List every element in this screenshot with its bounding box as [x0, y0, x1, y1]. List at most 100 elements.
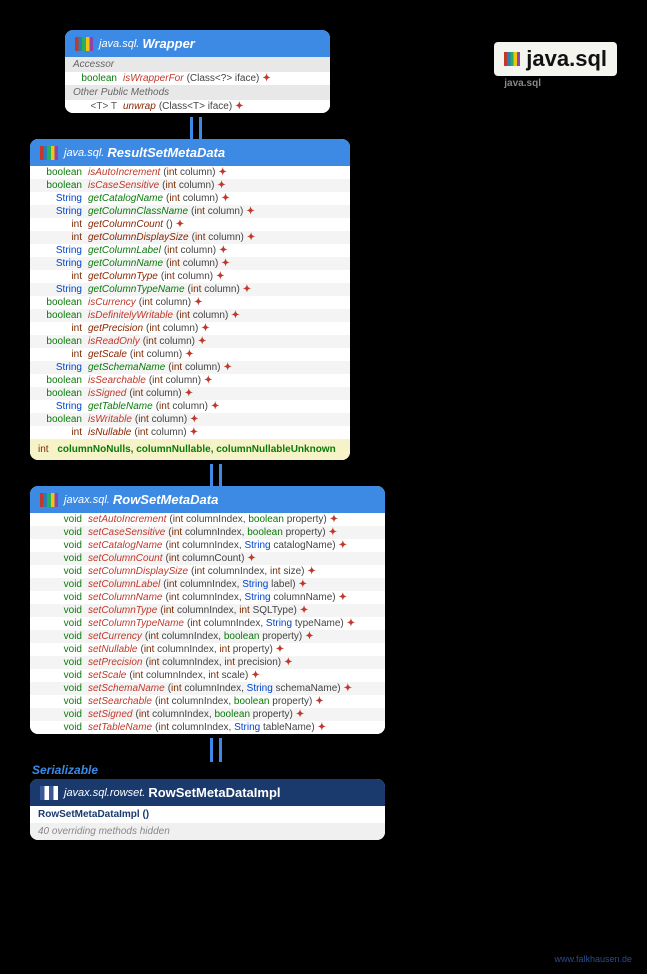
- throws-icon: ✦: [198, 336, 206, 347]
- connector: [210, 464, 222, 488]
- method-row: StringgetColumnLabel(int column)✦: [30, 244, 350, 257]
- method-params: (int columnIndex, int scale): [129, 670, 248, 681]
- throws-icon: ✦: [231, 310, 239, 321]
- method-name: setCurrency: [88, 631, 142, 642]
- interface-rowsetmetadata: javax.sql. RowSetMetaData voidsetAutoInc…: [30, 486, 385, 734]
- method-row: StringgetSchemaName(int column)✦: [30, 361, 350, 374]
- method-row: intgetScale(int column)✦: [30, 348, 350, 361]
- wrapper-header: java.sql. Wrapper: [65, 30, 330, 57]
- throws-icon: ✦: [176, 219, 184, 230]
- return-type: String: [38, 258, 82, 269]
- connector: [210, 738, 222, 762]
- method-name: isWritable: [88, 414, 132, 425]
- method-name: setColumnType: [88, 605, 157, 616]
- method-params: (int column): [192, 232, 244, 243]
- method-name: setSearchable: [88, 696, 152, 707]
- method-name: getColumnLabel: [88, 245, 161, 256]
- rowset-method-list: void setAutoIncrement (int columnIndex, bo…: [30, 513, 385, 734]
- return-type: void: [38, 540, 82, 551]
- method-name: getColumnName: [88, 258, 163, 269]
- method-row: voidsetColumnCount(int columnCount)✦: [30, 552, 385, 565]
- method-row: <T> T unwrap (Class<T> iface) ✦: [65, 100, 330, 113]
- constructor-row: RowSetMetaDataImpl (): [30, 806, 385, 823]
- method-row: boolean isWrapperFor (Class<?> iface) ✦: [65, 72, 330, 85]
- method-row: StringgetTableName(int column)✦: [30, 400, 350, 413]
- method-params: (int column): [143, 336, 195, 347]
- method-row: voidsetPrecision(int columnIndex, int pr…: [30, 656, 385, 669]
- method-name: setColumnDisplaySize: [88, 566, 188, 577]
- method-params: (int column): [139, 297, 191, 308]
- wrapper-pkg: java.sql.: [99, 38, 139, 50]
- return-type: void: [38, 657, 82, 668]
- method-name: getColumnClassName: [88, 206, 188, 217]
- throws-icon: ✦: [219, 245, 227, 256]
- throws-icon: ✦: [201, 323, 209, 334]
- throws-icon: ✦: [221, 193, 229, 204]
- method-name: isAutoIncrement: [88, 167, 160, 178]
- return-type: void: [38, 514, 82, 525]
- method-name: setColumnCount: [88, 553, 162, 564]
- method-row: StringgetColumnName(int column)✦: [30, 257, 350, 270]
- return-type: void: [38, 631, 82, 642]
- return-type: void: [38, 709, 82, 720]
- return-type: int: [38, 219, 82, 230]
- interface-icon: [40, 493, 58, 507]
- rowset-pkg: javax.sql.: [64, 494, 110, 506]
- return-type: boolean: [38, 375, 82, 386]
- serializable-label: Serializable: [32, 763, 617, 777]
- diagram-canvas: java.sql. Wrapper Accessor boolean isWra…: [0, 0, 647, 876]
- method-row: booleanisSearchable(int column)✦: [30, 374, 350, 387]
- throws-icon: ✦: [204, 375, 212, 386]
- method-row: booleanisAutoIncrement(int column)✦: [30, 166, 350, 179]
- method-row: intisNullable(int column)✦: [30, 426, 350, 439]
- method-params: (int column): [135, 414, 187, 425]
- throws-icon: ✦: [211, 401, 219, 412]
- return-type: void: [38, 579, 82, 590]
- impl-header: javax.sql.rowset. RowSetMetaDataImpl: [30, 779, 385, 806]
- return-type: int: [38, 427, 82, 438]
- method-name: setSigned: [88, 709, 132, 720]
- return-type: void: [38, 618, 82, 629]
- method-params: (int column): [146, 323, 198, 334]
- method-row: void setTableName(int columnIndex, String…: [30, 721, 385, 734]
- method-row: intgetColumnType(int column)✦: [30, 270, 350, 283]
- return-type: int: [38, 271, 82, 282]
- connector: [190, 117, 202, 141]
- throws-icon: ✦: [344, 683, 352, 694]
- return-type: String: [38, 401, 82, 412]
- method-params: (int columnCount): [165, 553, 244, 564]
- throws-icon: ✦: [307, 566, 315, 577]
- method-name: setColumnTypeName: [88, 618, 184, 629]
- return-type: boolean: [38, 388, 82, 399]
- method-row: voidsetColumnName(int columnIndex, Strin…: [30, 591, 385, 604]
- footer-link[interactable]: www.falkhausen.de: [554, 954, 632, 964]
- class-icon: [40, 786, 58, 800]
- method-row: voidsetScale(int columnIndex, int scale)…: [30, 669, 385, 682]
- method-name: isDefinitelyWritable: [88, 310, 173, 321]
- method-name: setColumnLabel: [88, 579, 160, 590]
- return-type: void: [38, 722, 82, 733]
- throws-icon: ✦: [219, 167, 227, 178]
- return-type: void: [38, 592, 82, 603]
- method-params: (int columnIndex, String typeName): [187, 618, 344, 629]
- method-row: voidsetSigned(int columnIndex, boolean p…: [30, 708, 385, 721]
- rsmd-method-list: booleanisAutoIncrement(int column)✦boole…: [30, 166, 350, 439]
- method-name: setTableName: [88, 722, 152, 733]
- method-params: (Class<?> iface): [187, 73, 260, 84]
- method-row: StringgetColumnTypeName(int column)✦: [30, 283, 350, 296]
- interface-resultsetmetadata: java.sql. ResultSetMetaData booleanisAut…: [30, 139, 350, 460]
- method-name: setAutoIncrement: [88, 514, 166, 525]
- throws-icon: ✦: [330, 514, 338, 525]
- method-params: (int column): [166, 193, 218, 204]
- method-name: setScale: [88, 670, 126, 681]
- method-row: voidsetNullable(int columnIndex, int pro…: [30, 643, 385, 656]
- rsmd-name: ResultSetMetaData: [107, 145, 225, 160]
- method-params: (int columnIndex, String tableName): [155, 722, 315, 733]
- method-row: booleanisCaseSensitive(int column)✦: [30, 179, 350, 192]
- method-name: setPrecision: [88, 657, 142, 668]
- throws-icon: ✦: [247, 553, 255, 564]
- method-params: (int columnIndex, boolean property): [145, 631, 302, 642]
- method-params: (int column): [164, 245, 216, 256]
- throws-icon: ✦: [276, 644, 284, 655]
- throws-icon: ✦: [300, 605, 308, 616]
